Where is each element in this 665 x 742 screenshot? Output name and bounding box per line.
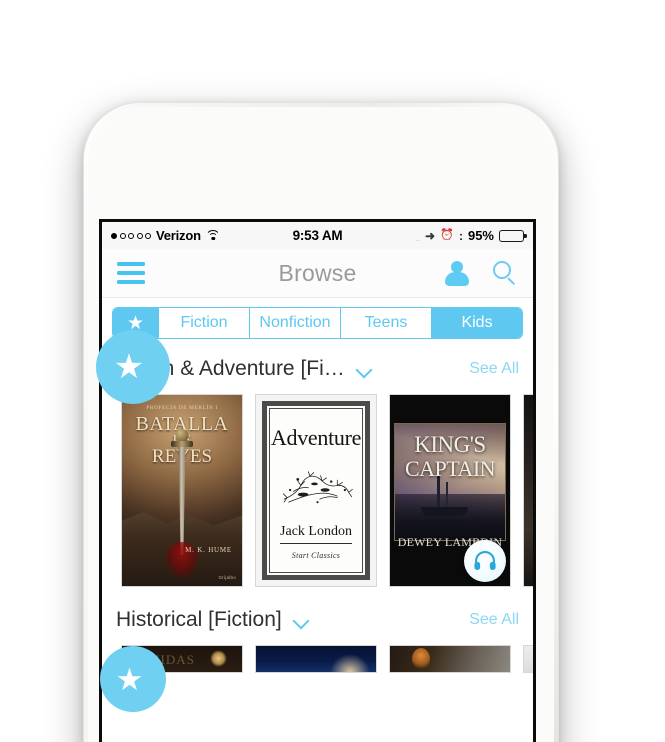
alarm-clock-icon: ⏰ [440,229,454,241]
see-all-link[interactable]: See All [469,360,519,378]
book-cover-art: MIDAS [122,646,242,672]
book-cover-illustration [278,461,354,519]
chevron-down-icon[interactable] [294,613,309,628]
tab-nonfiction[interactable]: Nonfiction [250,308,341,338]
category-tabs-container: ★ Fiction Nonfiction Teens Kids [102,298,533,346]
book-cover-item[interactable] [255,645,377,673]
tab-teens[interactable]: Teens [341,308,432,338]
book-shelf-action-adventure[interactable]: PROFECÍA DE MERLÍN I BATALLA DE REYES M.… [102,392,533,597]
app-viewport: Verizon 9:53 AM ➜ ⏰ : 95% Browse ★ Ficti… [102,222,533,742]
book-cover-item[interactable]: KING'S CAPTAIN DEWEY LAMBDIN [389,394,511,587]
book-cover-item[interactable] [389,645,511,673]
book-cover-item[interactable] [523,394,533,587]
category-tabs: ★ Fiction Nonfiction Teens Kids [112,307,523,339]
screenshot-stage: Verizon 9:53 AM ➜ ⏰ : 95% Browse ★ Ficti… [0,0,665,742]
book-title: MIDAS [148,652,195,667]
book-author: M. K. HUME [185,546,232,554]
book-cover-art: Adventure Jack London Start Classics [256,395,376,586]
book-cover-art: PROFECÍA DE MERLÍN I BATALLA DE REYES M.… [122,395,242,586]
book-cover-item[interactable] [523,645,533,673]
book-series-label: PROFECÍA DE MERLÍN I [146,405,218,411]
section-title: Action & Adventure [Fi… [116,357,345,380]
navigation-actions [444,260,518,286]
book-cover-item[interactable]: PROFECÍA DE MERLÍN I BATALLA DE REYES M.… [121,394,243,587]
do-not-disturb-icon [409,230,421,241]
headphones-icon[interactable] [464,540,506,582]
section-title: Historical [Fiction] [116,608,282,631]
person-icon[interactable] [444,260,470,286]
book-title: KING'S CAPTAIN [404,432,496,481]
section-header-historical: Historical [Fiction] See All [102,597,533,643]
book-cover-item[interactable]: Adventure Jack London Start Classics [255,394,377,587]
status-bar-right: ➜ ⏰ : 95% [409,228,527,243]
star-icon: ★ [126,312,145,334]
book-author: Jack London [280,524,352,539]
book-cover-art [524,395,533,586]
book-cover-art [390,646,510,672]
book-cover-art: KING'S CAPTAIN DEWEY LAMBDIN [390,395,510,586]
location-arrow-icon: ➜ [424,228,436,243]
battery-percent-label: 95% [467,228,494,243]
book-title: Adventure [270,425,362,450]
book-cover-art [524,646,533,672]
book-imprint: Start Classics [291,551,341,560]
tab-favorites[interactable]: ★ [113,308,159,338]
tab-fiction[interactable]: Fiction [159,308,250,338]
navigation-bar: Browse [102,249,533,298]
status-bar: Verizon 9:53 AM ➜ ⏰ : 95% [102,222,533,249]
bluetooth-icon: : [458,228,463,243]
book-cover-item[interactable]: MIDAS [121,645,243,673]
book-publisher: Grijalbo [218,575,236,580]
tab-kids[interactable]: Kids [432,308,522,338]
chevron-down-icon[interactable] [357,362,372,377]
book-cover-art [256,646,376,672]
battery-icon [499,229,527,242]
section-header-action-adventure: Action & Adventure [Fi… See All [102,346,533,392]
search-icon[interactable] [492,260,518,286]
book-shelf-historical[interactable]: MIDAS [102,643,533,683]
phone-screen: Verizon 9:53 AM ➜ ⏰ : 95% Browse ★ Ficti… [99,219,536,742]
see-all-link[interactable]: See All [469,611,519,629]
